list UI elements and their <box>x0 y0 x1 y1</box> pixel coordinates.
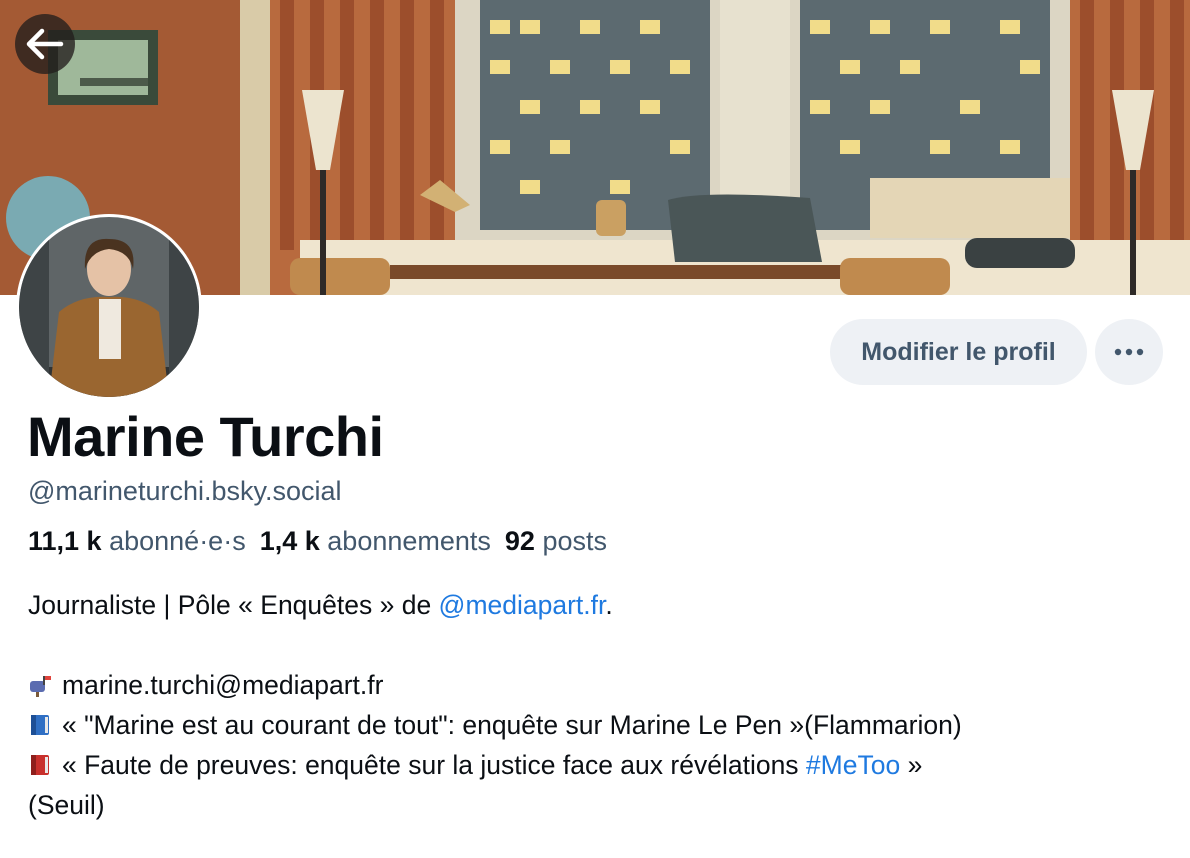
followers-count: 11,1 k <box>28 526 102 556</box>
bio-role-text: Journaliste | Pôle « Enquêtes » de <box>28 590 439 620</box>
bio-line-role: Journaliste | Pôle « Enquêtes » de @medi… <box>28 585 1168 625</box>
mediapart-mention-link[interactable]: @mediapart.fr <box>439 590 606 620</box>
following-stat[interactable]: 1,4 k abonnements <box>260 526 491 556</box>
bio-line-email: marine.turchi@mediapart.fr <box>28 665 1168 705</box>
user-handle: @marineturchi.bsky.social <box>28 476 342 506</box>
following-label: abonnements <box>327 526 491 556</box>
mailbox-icon <box>30 676 51 697</box>
back-button[interactable] <box>15 14 75 74</box>
profile-bio: Journaliste | Pôle « Enquêtes » de @medi… <box>28 585 1168 825</box>
edit-profile-button[interactable]: Modifier le profil <box>830 319 1087 385</box>
bio-line-book2: « Faute de preuves: enquête sur la justi… <box>28 745 1168 785</box>
metoo-hashtag-link[interactable]: #MeToo <box>806 750 900 780</box>
profile-stats: 11,1 k abonné·e·s 1,4 k abonnements 92 pos… <box>28 526 607 557</box>
display-name: Marine Turchi <box>27 405 384 468</box>
avatar[interactable] <box>16 214 202 400</box>
more-options-button[interactable] <box>1095 319 1163 385</box>
followers-stat[interactable]: 11,1 k abonné·e·s <box>28 526 246 556</box>
arrow-left-icon <box>26 28 64 60</box>
bio-line-book1: « "Marine est au courant de tout": enquê… <box>28 705 1168 745</box>
blue-book-icon <box>31 715 49 735</box>
bio-book2-publisher: (Seuil) <box>28 790 105 820</box>
bio-book2-suffix: » <box>900 750 923 780</box>
bio-book2-text: « Faute de preuves: enquête sur la justi… <box>62 750 806 780</box>
avatar-photo <box>19 217 199 397</box>
bio-role-suffix: . <box>605 590 613 620</box>
posts-count: 92 <box>504 526 535 556</box>
posts-label: posts <box>542 526 608 556</box>
red-book-icon <box>31 755 49 775</box>
more-horizontal-icon <box>1114 348 1144 356</box>
followers-label: abonné·e·s <box>109 526 246 556</box>
posts-stat: 92 posts <box>505 526 607 556</box>
bio-email: marine.turchi@mediapart.fr <box>62 670 384 700</box>
bio-book1: « "Marine est au courant de tout": enquê… <box>62 710 962 740</box>
following-count: 1,4 k <box>259 526 320 556</box>
